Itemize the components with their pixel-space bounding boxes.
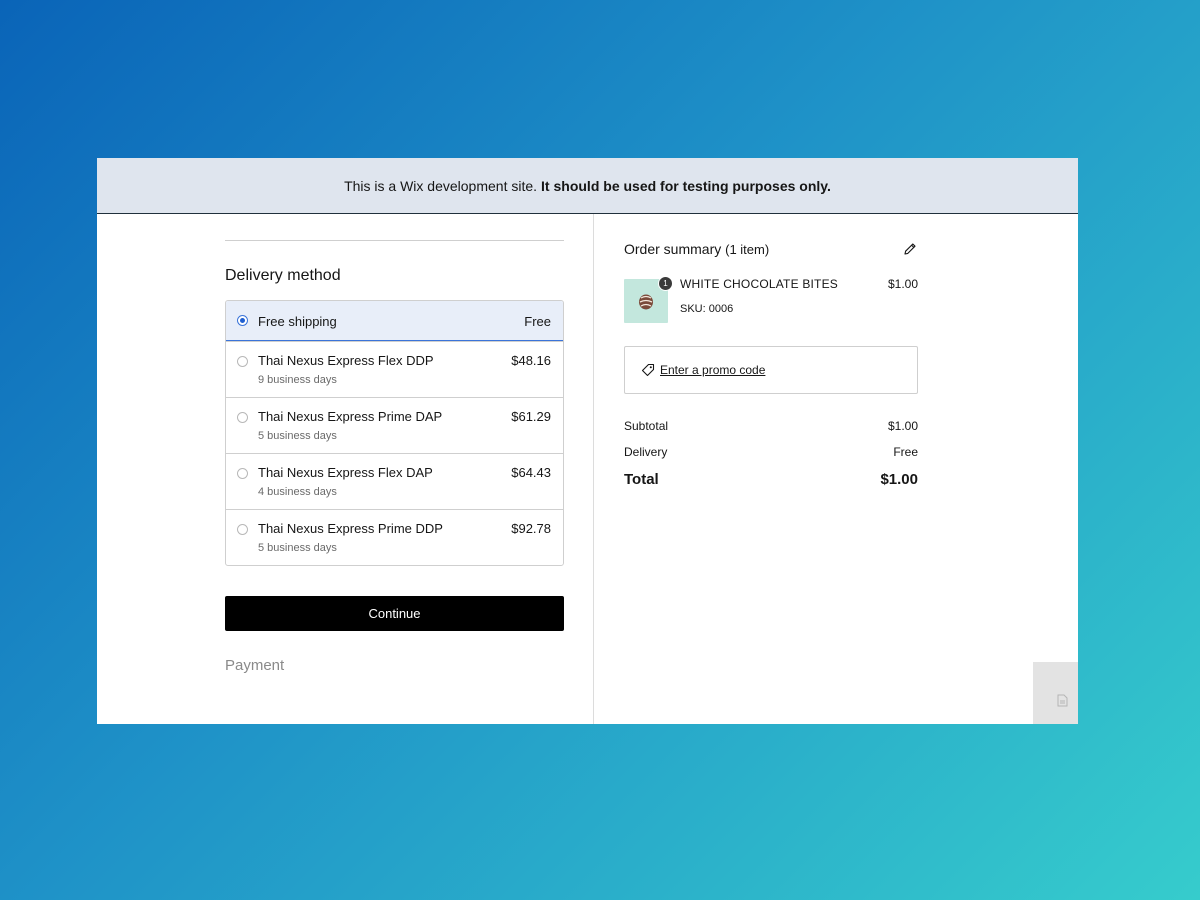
delivery-method-title: Delivery method — [225, 267, 341, 284]
option-price: $61.29 — [511, 409, 551, 424]
radio-unselected[interactable] — [237, 356, 248, 367]
product-sku: SKU: 0006 — [680, 303, 734, 315]
order-summary-title: Order summary (1 item) — [624, 241, 769, 257]
subtotal-value: $1.00 — [887, 419, 918, 433]
promo-code-link[interactable]: Enter a promo code — [660, 363, 765, 377]
payment-section-title: Payment — [225, 657, 285, 674]
total-value: $1.00 — [880, 471, 918, 488]
tag-icon — [641, 363, 655, 377]
total-label: Total — [624, 471, 659, 488]
delivery-label: Delivery — [624, 445, 668, 459]
radio-selected[interactable] — [237, 315, 248, 326]
delivery-option-flex-dap[interactable]: Thai Nexus Express Flex DAP 4 business d… — [226, 453, 563, 509]
option-duration: 5 business days — [258, 542, 337, 554]
item-count: (1 item) — [725, 242, 770, 257]
order-summary-heading: Order summary — [624, 241, 722, 257]
total-row: Total $1.00 — [624, 471, 918, 488]
subtotal-row: Subtotal $1.00 — [624, 419, 918, 433]
radio-unselected[interactable] — [237, 412, 248, 423]
option-duration: 9 business days — [258, 374, 337, 386]
delivery-option-flex-ddp[interactable]: Thai Nexus Express Flex DDP 9 business d… — [226, 341, 563, 397]
delivery-options-list: Free shipping Free Thai Nexus Express Fl… — [225, 300, 564, 566]
delivery-value: Free — [893, 445, 918, 459]
radio-unselected[interactable] — [237, 524, 248, 535]
dev-site-banner: This is a Wix development site. It shoul… — [97, 158, 1078, 214]
product-name: WHITE CHOCOLATE BITES — [680, 277, 838, 291]
column-divider — [593, 214, 594, 724]
delivery-row: Delivery Free — [624, 445, 918, 459]
option-name: Thai Nexus Express Prime DDP — [258, 521, 443, 536]
checkout-window: This is a Wix development site. It shoul… — [97, 158, 1078, 724]
continue-button[interactable]: Continue — [225, 596, 564, 631]
option-price: $92.78 — [511, 521, 551, 536]
side-panel-tab[interactable] — [1033, 662, 1078, 724]
quantity-badge: 1 — [658, 276, 673, 291]
option-price: $64.43 — [511, 465, 551, 480]
banner-text: This is a Wix development site. — [344, 177, 538, 194]
document-icon — [1057, 694, 1068, 707]
option-duration: 5 business days — [258, 430, 337, 442]
option-price: Free — [524, 314, 551, 329]
delivery-option-prime-dap[interactable]: Thai Nexus Express Prime DAP 5 business … — [226, 397, 563, 453]
delivery-option-free-shipping[interactable]: Free shipping Free — [226, 301, 563, 341]
pencil-icon[interactable] — [902, 241, 918, 257]
product-price: $1.00 — [887, 277, 918, 291]
subtotal-label: Subtotal — [624, 419, 669, 433]
radio-unselected[interactable] — [237, 468, 248, 479]
option-price: $48.16 — [511, 353, 551, 368]
section-divider — [225, 240, 564, 241]
option-name: Free shipping — [258, 314, 337, 329]
promo-code-box[interactable]: Enter a promo code — [624, 346, 918, 394]
option-name: Thai Nexus Express Prime DAP — [258, 409, 443, 424]
delivery-option-prime-ddp[interactable]: Thai Nexus Express Prime DDP 5 business … — [226, 509, 563, 565]
option-name: Thai Nexus Express Flex DDP — [258, 353, 434, 368]
option-duration: 4 business days — [258, 486, 337, 498]
banner-text-bold: It should be used for testing purposes o… — [541, 177, 831, 194]
option-name: Thai Nexus Express Flex DAP — [258, 465, 433, 480]
